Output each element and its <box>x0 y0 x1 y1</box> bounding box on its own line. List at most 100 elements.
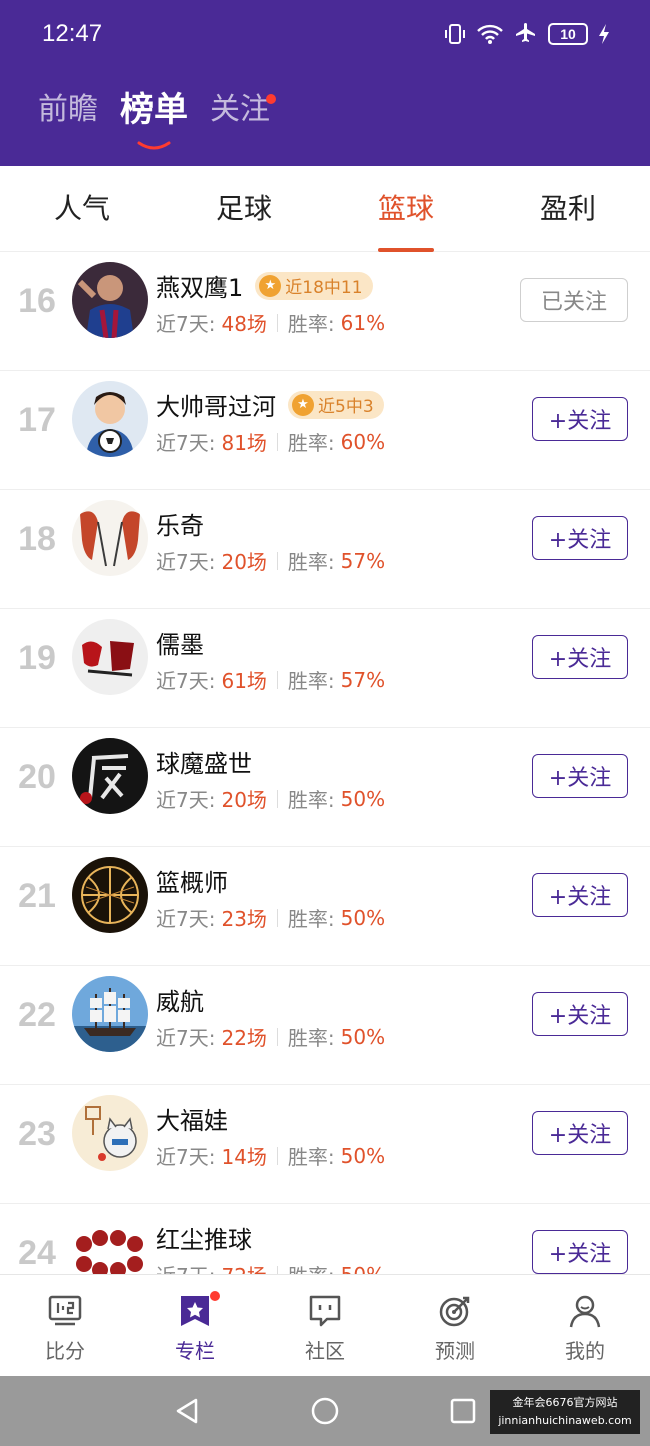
back-triangle-icon[interactable] <box>172 1396 202 1426</box>
list-item[interactable]: 22 威航 近7天: 22场 胜率: 50% +关注 <box>0 966 650 1085</box>
stats-divider <box>276 313 278 332</box>
nav-profile[interactable]: 我的 <box>520 1275 650 1377</box>
list-item[interactable]: 20 球魔盛世 近7天: 20场 胜率: 50% +关注 <box>0 728 650 847</box>
stats-line: 近7天: 20场 胜率: 57% <box>156 546 385 575</box>
tab-football[interactable]: 足球 <box>174 166 314 252</box>
notification-dot <box>210 1291 220 1301</box>
sailing-ship-avatar-icon[interactable] <box>72 976 148 1052</box>
list-item[interactable]: 23 大福娃 近7天: 14场 胜率: 50% +关注 <box>0 1085 650 1204</box>
win-rate-label: 胜率: <box>287 907 335 931</box>
ranking-list[interactable]: 16 燕双鹰1 ★ 近18中11 近7天: 48场 胜率: 61% 已关注 17… <box>0 252 650 1274</box>
stats-line: 近7天: 23场 胜率: 50% <box>156 903 385 932</box>
expert-name: 威航 <box>156 988 204 1016</box>
expert-name: 乐奇 <box>156 512 204 540</box>
category-tab-bar: 人气 足球 篮球 盈利 <box>0 166 650 252</box>
stats-divider <box>276 908 278 927</box>
red-beads-avatar-icon[interactable] <box>72 1214 148 1274</box>
days-label: 近7天: <box>156 1026 216 1050</box>
win-rate-label: 胜率: <box>287 550 335 574</box>
rank-number: 24 <box>18 1234 56 1272</box>
stats-divider <box>276 670 278 689</box>
follow-button[interactable]: +关注 <box>532 1230 628 1274</box>
tab-popular[interactable]: 人气 <box>12 166 152 252</box>
win-rate-label: 胜率: <box>287 669 335 693</box>
chat-community-icon <box>309 1295 341 1327</box>
rank-number: 21 <box>18 877 56 915</box>
stats-line: 近7天: 48场 胜率: 61% <box>156 308 385 337</box>
calligraphy-avatar-icon[interactable] <box>72 619 148 695</box>
follow-button[interactable]: +关注 <box>532 754 628 798</box>
stats-divider <box>276 551 278 570</box>
list-item[interactable]: 19 儒墨 近7天: 61场 胜率: 57% +关注 <box>0 609 650 728</box>
recents-square-icon[interactable] <box>448 1396 478 1426</box>
tab-ranking-label: 榜单 <box>120 90 188 130</box>
watermark: 金年会6676官方网站 jinnianhuichinaweb.com <box>490 1390 640 1434</box>
expert-name: 儒墨 <box>156 631 204 659</box>
name-line: 乐奇 <box>156 506 204 541</box>
nav-scores[interactable]: 比分 <box>0 1275 130 1377</box>
nav-community[interactable]: 社区 <box>260 1275 390 1377</box>
followed-button[interactable]: 已关注 <box>520 278 628 322</box>
tab-basketball[interactable]: 篮球 <box>336 166 476 252</box>
matches-count: 48场 <box>221 312 267 336</box>
bottom-nav-bar: 比分 专栏 社区 预测 我的 <box>0 1274 650 1376</box>
follow-button[interactable]: +关注 <box>532 635 628 679</box>
home-circle-icon[interactable] <box>310 1396 340 1426</box>
streak-badge-text: 近5中3 <box>318 397 374 417</box>
name-line: 威航 <box>156 982 204 1017</box>
win-rate-value: 50% <box>340 786 386 811</box>
follow-button[interactable]: +关注 <box>532 992 628 1036</box>
name-line: 大福娃 <box>156 1101 228 1136</box>
target-predict-icon <box>439 1296 470 1327</box>
cartoon-boy-avatar-icon[interactable] <box>72 381 148 457</box>
follow-button[interactable]: +关注 <box>532 397 628 441</box>
list-item[interactable]: 18 乐奇 近7天: 20场 胜率: 57% +关注 <box>0 490 650 609</box>
win-rate-label: 胜率: <box>287 312 335 336</box>
follow-button[interactable]: +关注 <box>532 1111 628 1155</box>
tab-preview-label: 前瞻 <box>38 92 98 127</box>
stats-divider <box>276 1027 278 1046</box>
watermark-line2: jinnianhuichinaweb.com <box>498 1414 632 1427</box>
system-nav-bar: 金年会6676官方网站 jinnianhuichinaweb.com <box>0 1376 650 1446</box>
list-item[interactable]: 16 燕双鹰1 ★ 近18中11 近7天: 48场 胜率: 61% 已关注 <box>0 252 650 371</box>
glowing-basketball-avatar-icon[interactable] <box>72 857 148 933</box>
days-label: 近7天: <box>156 669 216 693</box>
status-bar: 12:47 10 <box>0 0 650 70</box>
tab-profit[interactable]: 盈利 <box>498 166 638 252</box>
stats-divider <box>276 1146 278 1165</box>
streak-badge-text: 近18中11 <box>285 278 363 298</box>
nav-community-label: 社区 <box>305 1339 345 1363</box>
lucky-cat-avatar-icon[interactable] <box>72 1095 148 1171</box>
list-item[interactable]: 21 篮概师 近7天: 23场 胜率: 50% +关注 <box>0 847 650 966</box>
expert-name: 红尘推球 <box>156 1226 252 1254</box>
nav-predict[interactable]: 预测 <box>390 1275 520 1377</box>
follow-button[interactable]: +关注 <box>532 873 628 917</box>
matches-count: 72场 <box>221 1260 266 1274</box>
win-rate-label: 胜率: <box>287 1026 335 1050</box>
days-label: 近7天: <box>156 1145 216 1169</box>
win-rate-value: 50% <box>341 1263 385 1275</box>
red-fish-avatar-icon[interactable] <box>72 500 148 576</box>
stats-divider <box>276 432 278 451</box>
tab-ranking[interactable]: 榜单 <box>120 88 188 150</box>
tab-preview[interactable]: 前瞻 <box>38 88 98 132</box>
matches-count: 14场 <box>221 1145 267 1169</box>
name-line: 燕双鹰1 ★ 近18中11 <box>156 268 373 303</box>
nav-column[interactable]: 专栏 <box>130 1275 260 1377</box>
status-icons: 10 <box>444 18 610 50</box>
days-label: 近7天: <box>156 312 216 336</box>
win-rate-label: 胜率: <box>287 788 335 812</box>
wifi-icon <box>477 24 503 44</box>
follow-button[interactable]: +关注 <box>532 516 628 560</box>
name-line: 球魔盛世 <box>156 744 252 779</box>
watermark-line1: 金年会6676官方网站 <box>512 1396 618 1409</box>
list-item[interactable]: 24 红尘推球 近7天: 72场 胜率: 50% +关注 <box>0 1204 650 1274</box>
notification-dot <box>266 94 276 104</box>
list-item[interactable]: 17 大帅哥过河 ★ 近5中3 近7天: 81场 胜率: 60% +关注 <box>0 371 650 490</box>
days-label: 近7天: <box>156 550 216 574</box>
soccer-player-avatar-icon[interactable] <box>72 262 148 338</box>
win-rate-value: 50% <box>340 1143 386 1168</box>
stats-line: 近7天: 72场 胜率: 50% <box>156 1260 385 1274</box>
demon-character-avatar-icon[interactable] <box>72 738 148 814</box>
tab-following[interactable]: 关注 <box>210 88 276 132</box>
